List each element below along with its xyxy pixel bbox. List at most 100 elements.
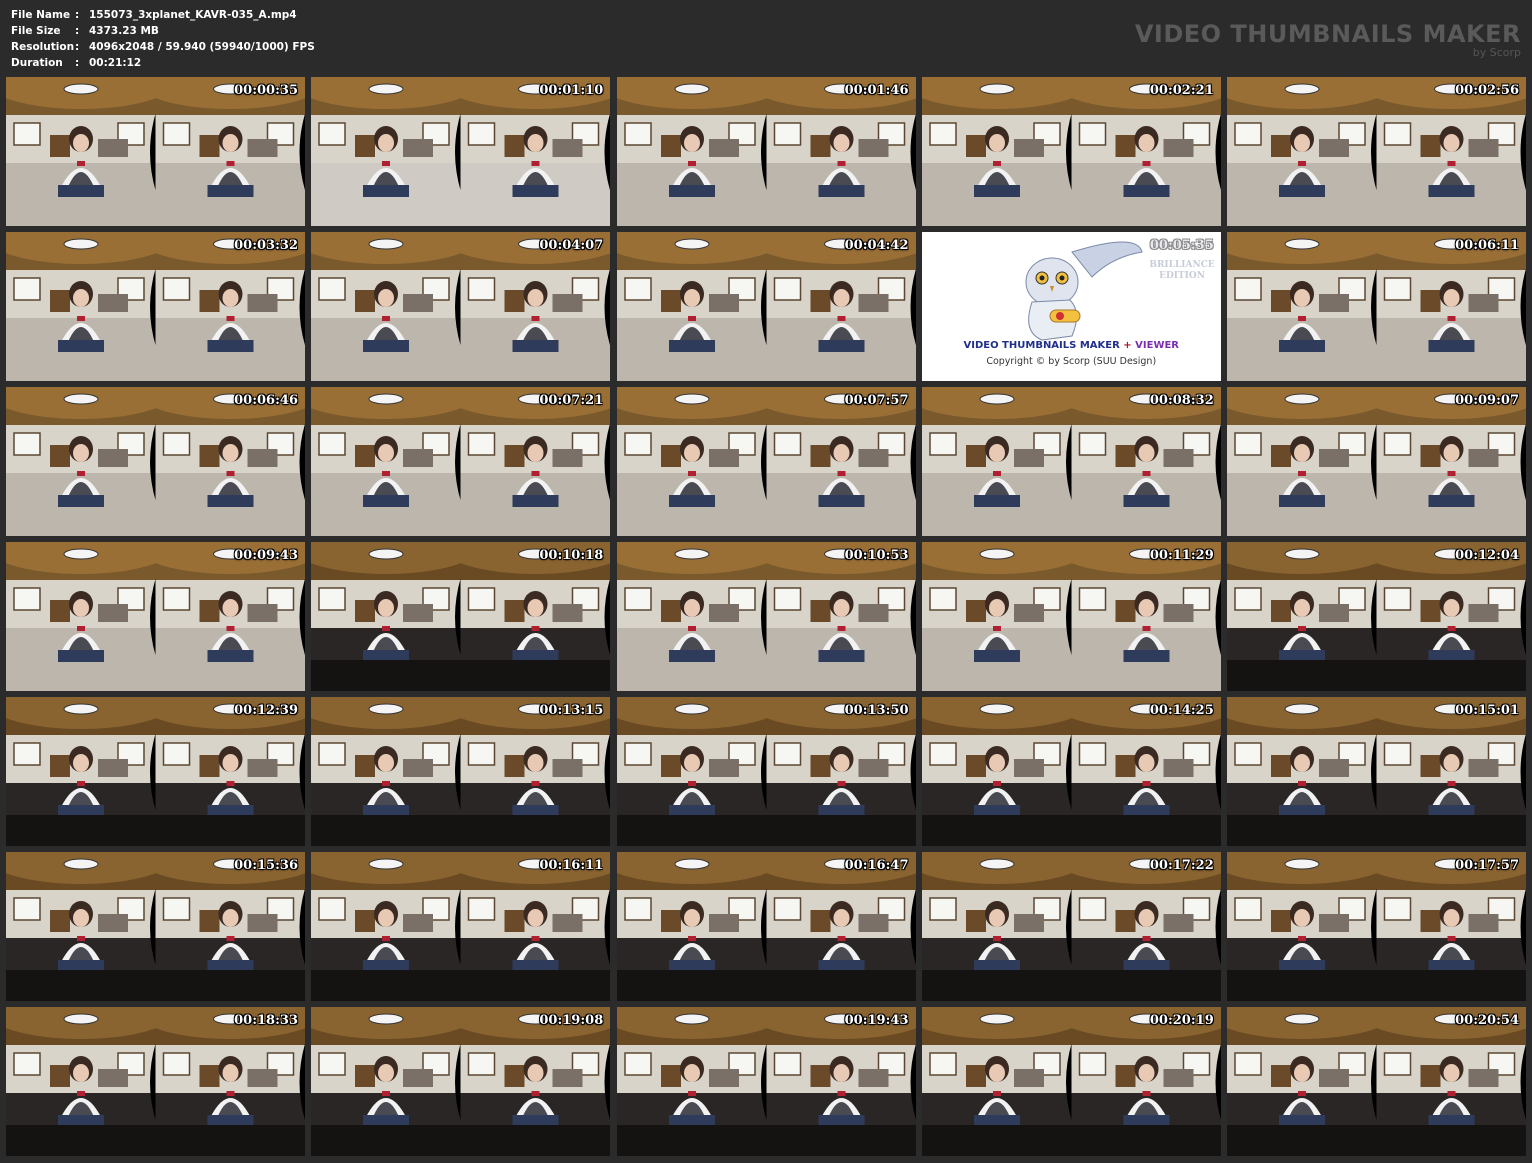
logo-product-part2: VIEWER xyxy=(1135,340,1180,351)
brand-watermark: VIDEO THUMBNAILS MAKER by Scorp xyxy=(1135,20,1521,59)
timestamp-label: 00:17:22 xyxy=(1149,858,1214,873)
timestamp-label: 00:11:29 xyxy=(1149,548,1214,563)
duration-key: Duration xyxy=(11,57,63,69)
vr-frame-image xyxy=(921,77,1221,226)
vr-frame-image xyxy=(616,77,916,226)
thumbnail-tile: 00:18:33 xyxy=(6,1007,305,1156)
thumbnail-tile: 00:20:19 xyxy=(921,1007,1221,1156)
vr-frame-image xyxy=(616,1007,916,1156)
thumbnail-tile: 00:11:29 xyxy=(921,542,1221,691)
vr-frame-image xyxy=(1227,1007,1526,1156)
timestamp-label: 00:13:15 xyxy=(539,703,604,718)
thumbnail-tile: 00:19:43 xyxy=(616,1007,916,1156)
thumbnail-tile: 00:01:10 xyxy=(311,77,611,226)
timestamp-label: 00:09:43 xyxy=(234,548,298,563)
vr-frame-image xyxy=(6,852,305,1001)
thumbnail-tile: 00:06:46 xyxy=(6,387,305,536)
thumbnail-tile: 00:10:53 xyxy=(616,542,916,691)
file-size-key: File Size xyxy=(11,25,61,37)
timestamp-label: 00:10:18 xyxy=(539,548,604,563)
thumbnail-tile: 00:15:01 xyxy=(1227,697,1526,846)
thumbnail-tile: 00:12:04 xyxy=(1227,542,1526,691)
thumbnail-tile: 00:09:43 xyxy=(6,542,305,691)
resolution-sep: : xyxy=(75,41,80,53)
file-size-value: 4373.23 MB xyxy=(89,25,159,37)
thumbnail-tile: 00:03:32 xyxy=(6,232,305,381)
thumbnail-tile: 00:02:56 xyxy=(1227,77,1526,226)
timestamp-label: 00:02:21 xyxy=(1149,83,1214,98)
timestamp-label: 00:01:10 xyxy=(539,83,604,98)
thumbnail-tile: 00:16:11 xyxy=(311,852,611,1001)
thumbnail-tile: 00:15:36 xyxy=(6,852,305,1001)
file-name-key: File Name xyxy=(11,9,71,21)
timestamp-label: 00:15:36 xyxy=(234,858,298,873)
duration-sep: : xyxy=(75,57,80,69)
vr-frame-image xyxy=(616,232,916,381)
vr-frame-image xyxy=(921,1007,1221,1156)
timestamp-label: 00:19:43 xyxy=(844,1013,909,1028)
thumbnail-tile: 00:20:54 xyxy=(1227,1007,1526,1156)
logo-copyright: Copyright © by Scorp (SUU Design) xyxy=(986,356,1157,367)
timestamp-label: 00:14:25 xyxy=(1149,703,1214,718)
vr-frame-image xyxy=(616,387,916,536)
vr-frame-image xyxy=(1227,232,1526,381)
thumbnail-tile: 00:14:25 xyxy=(921,697,1221,846)
file-name-value: 155073_3xplanet_KAVR-035_A.mp4 xyxy=(89,9,297,21)
vr-frame-image xyxy=(6,232,305,381)
vr-frame-image xyxy=(921,542,1221,691)
file-name-row: File Name : 155073_3xplanet_KAVR-035_A.m… xyxy=(11,7,315,23)
vr-frame-image xyxy=(921,852,1221,1001)
timestamp-label: 00:16:11 xyxy=(539,858,604,873)
timestamp-label: 00:12:04 xyxy=(1455,548,1519,563)
vr-frame-image xyxy=(616,697,916,846)
logo-product-plus: + xyxy=(1119,340,1136,351)
timestamp-label: 00:05:35 xyxy=(1149,238,1214,253)
vr-frame-image xyxy=(921,387,1221,536)
thumbnail-tile: BRILLIANCE EDITION VIDEO THUMBNAILS MAKER … xyxy=(921,232,1221,381)
vr-frame-image xyxy=(1227,77,1526,226)
duration-row: Duration : 00:21:12 xyxy=(11,55,315,71)
brand-subtitle: by Scorp xyxy=(1472,46,1521,59)
timestamp-label: 00:13:50 xyxy=(844,703,909,718)
file-size-sep: : xyxy=(75,25,80,37)
thumbnail-tile: 00:16:47 xyxy=(616,852,916,1001)
edition-line2: EDITION xyxy=(1159,271,1205,281)
timestamp-label: 00:19:08 xyxy=(539,1013,604,1028)
thumbnail-tile: 00:09:07 xyxy=(1227,387,1526,536)
file-info-panel: File Name : 155073_3xplanet_KAVR-035_A.m… xyxy=(11,7,315,71)
resolution-value: 4096x2048 / 59.940 (59940/1000) FPS xyxy=(89,41,315,53)
timestamp-label: 00:16:47 xyxy=(844,858,909,873)
timestamp-label: 00:07:57 xyxy=(844,393,909,408)
vr-frame-image xyxy=(311,1007,611,1156)
thumbnail-tile: 00:13:15 xyxy=(311,697,611,846)
vr-frame-image xyxy=(1227,697,1526,846)
vr-frame-image xyxy=(311,542,611,691)
timestamp-label: 00:04:07 xyxy=(539,238,604,253)
vr-frame-image xyxy=(311,387,611,536)
logo-product-name: VIDEO THUMBNAILS MAKER + VIEWER xyxy=(922,340,1221,351)
vr-frame-image xyxy=(311,77,611,226)
timestamp-label: 00:06:11 xyxy=(1455,238,1519,253)
thumbnail-tile: 00:04:07 xyxy=(311,232,611,381)
vr-frame-image xyxy=(1227,387,1526,536)
thumbnail-tile: 00:17:22 xyxy=(921,852,1221,1001)
thumbnail-tile: 00:08:32 xyxy=(921,387,1221,536)
duration-value: 00:21:12 xyxy=(89,57,142,69)
vr-frame-image xyxy=(311,232,611,381)
timestamp-label: 00:20:54 xyxy=(1455,1013,1519,1028)
vr-frame-image xyxy=(6,387,305,536)
thumbnail-tile: 00:07:21 xyxy=(311,387,611,536)
timestamp-label: 00:12:39 xyxy=(234,703,298,718)
thumbnail-grid: 00:00:35 00:01:10 00:01:46 00:02:21 00:02:56… xyxy=(6,77,1526,1157)
vr-frame-image xyxy=(921,697,1221,846)
thumbnail-tile: 00:10:18 xyxy=(311,542,611,691)
timestamp-label: 00:07:21 xyxy=(539,393,604,408)
resolution-row: Resolution : 4096x2048 / 59.940 (59940/1… xyxy=(11,39,315,55)
vr-frame-image xyxy=(616,852,916,1001)
timestamp-label: 00:00:35 xyxy=(234,83,298,98)
timestamp-label: 00:10:53 xyxy=(844,548,909,563)
timestamp-label: 00:18:33 xyxy=(234,1013,298,1028)
timestamp-label: 00:17:57 xyxy=(1455,858,1519,873)
timestamp-label: 00:02:56 xyxy=(1455,83,1519,98)
vr-frame-image xyxy=(1227,852,1526,1001)
